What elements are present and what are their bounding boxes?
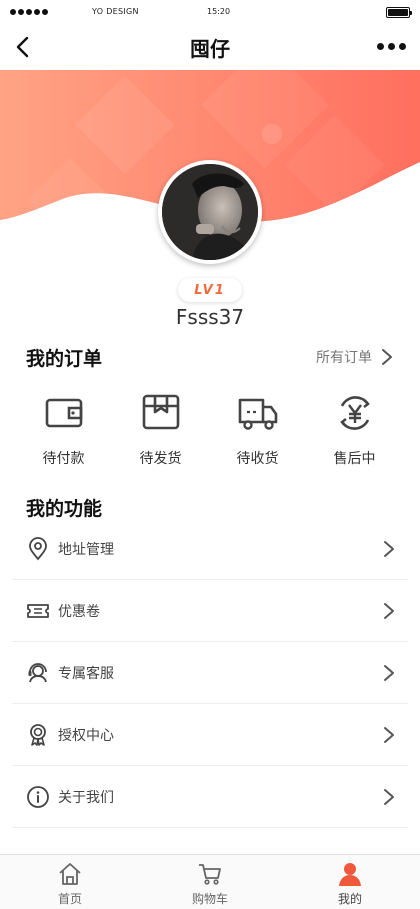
award-badge-icon bbox=[30, 723, 46, 746]
functions-section-title: 我的功能 bbox=[26, 498, 103, 520]
function-label: 专属客服 bbox=[58, 665, 114, 682]
home-icon bbox=[59, 863, 81, 885]
coupon-icon bbox=[27, 603, 49, 618]
function-label: 授权中心 bbox=[58, 727, 114, 744]
customer-service-icon bbox=[28, 662, 47, 682]
function-label: 优惠卷 bbox=[58, 603, 100, 620]
order-pending-receipt[interactable]: 待收货 bbox=[209, 392, 306, 468]
level-badge: LV1 bbox=[178, 278, 242, 302]
function-customer-service[interactable]: 专属客服 bbox=[12, 642, 408, 704]
chevron-right-icon bbox=[384, 602, 394, 619]
order-label: 待收货 bbox=[236, 451, 279, 467]
order-pending-payment[interactable]: 待付款 bbox=[15, 392, 112, 468]
tab-cart[interactable]: 购物车 bbox=[140, 855, 280, 909]
carrier-name: YO DESIGN bbox=[92, 7, 139, 16]
tab-label: 首页 bbox=[57, 892, 82, 906]
wallet-icon bbox=[45, 398, 82, 428]
all-orders-link[interactable]: 所有订单 bbox=[316, 347, 394, 367]
signal-icon bbox=[10, 9, 48, 15]
chevron-right-icon bbox=[384, 540, 394, 557]
page-title: 囤仔 bbox=[190, 36, 230, 61]
chevron-left-icon[interactable] bbox=[12, 35, 36, 59]
battery-icon bbox=[386, 6, 412, 18]
function-label: 地址管理 bbox=[58, 541, 114, 558]
tab-mine[interactable]: 我的 bbox=[280, 855, 420, 909]
order-label: 售后中 bbox=[333, 451, 376, 467]
user-icon bbox=[339, 863, 361, 886]
function-coupons[interactable]: 优惠卷 bbox=[12, 580, 408, 642]
cart-icon bbox=[199, 864, 221, 885]
order-pending-shipment[interactable]: 待发货 bbox=[112, 392, 209, 468]
chevron-right-icon bbox=[382, 349, 392, 365]
chevron-right-icon bbox=[384, 726, 394, 743]
functions-list: 地址管理 优惠卷 专属客服 授权中心 关于我们 bbox=[12, 518, 408, 828]
truck-icon bbox=[238, 398, 277, 430]
order-label: 待发货 bbox=[139, 451, 182, 467]
nav-bar: 囤仔 bbox=[0, 24, 420, 70]
avatar[interactable] bbox=[158, 160, 262, 264]
package-icon bbox=[142, 394, 179, 430]
function-authorization[interactable]: 授权中心 bbox=[12, 704, 408, 766]
tab-bar: 首页 购物车 我的 bbox=[0, 854, 420, 909]
status-time: 15:20 bbox=[207, 7, 231, 16]
order-after-sales[interactable]: 售后中 bbox=[306, 392, 403, 468]
order-label: 待付款 bbox=[42, 451, 85, 467]
function-about-us[interactable]: 关于我们 bbox=[12, 766, 408, 828]
tab-home[interactable]: 首页 bbox=[0, 855, 140, 909]
function-address[interactable]: 地址管理 bbox=[12, 518, 408, 580]
order-status-row: 待付款 待发货 待收货 售后中 bbox=[0, 392, 420, 468]
chevron-right-icon bbox=[384, 788, 394, 805]
chevron-right-icon bbox=[384, 664, 394, 681]
all-orders-label: 所有订单 bbox=[316, 350, 372, 366]
orders-section-title: 我的订单 bbox=[26, 348, 103, 370]
tab-label: 我的 bbox=[337, 892, 362, 906]
more-dots-icon[interactable] bbox=[377, 43, 406, 50]
location-pin-icon bbox=[29, 536, 47, 560]
username: Fsss37 bbox=[175, 305, 245, 329]
function-label: 关于我们 bbox=[58, 789, 114, 806]
refund-yen-icon bbox=[339, 396, 370, 430]
tab-label: 购物车 bbox=[191, 892, 228, 906]
info-icon bbox=[27, 785, 49, 808]
